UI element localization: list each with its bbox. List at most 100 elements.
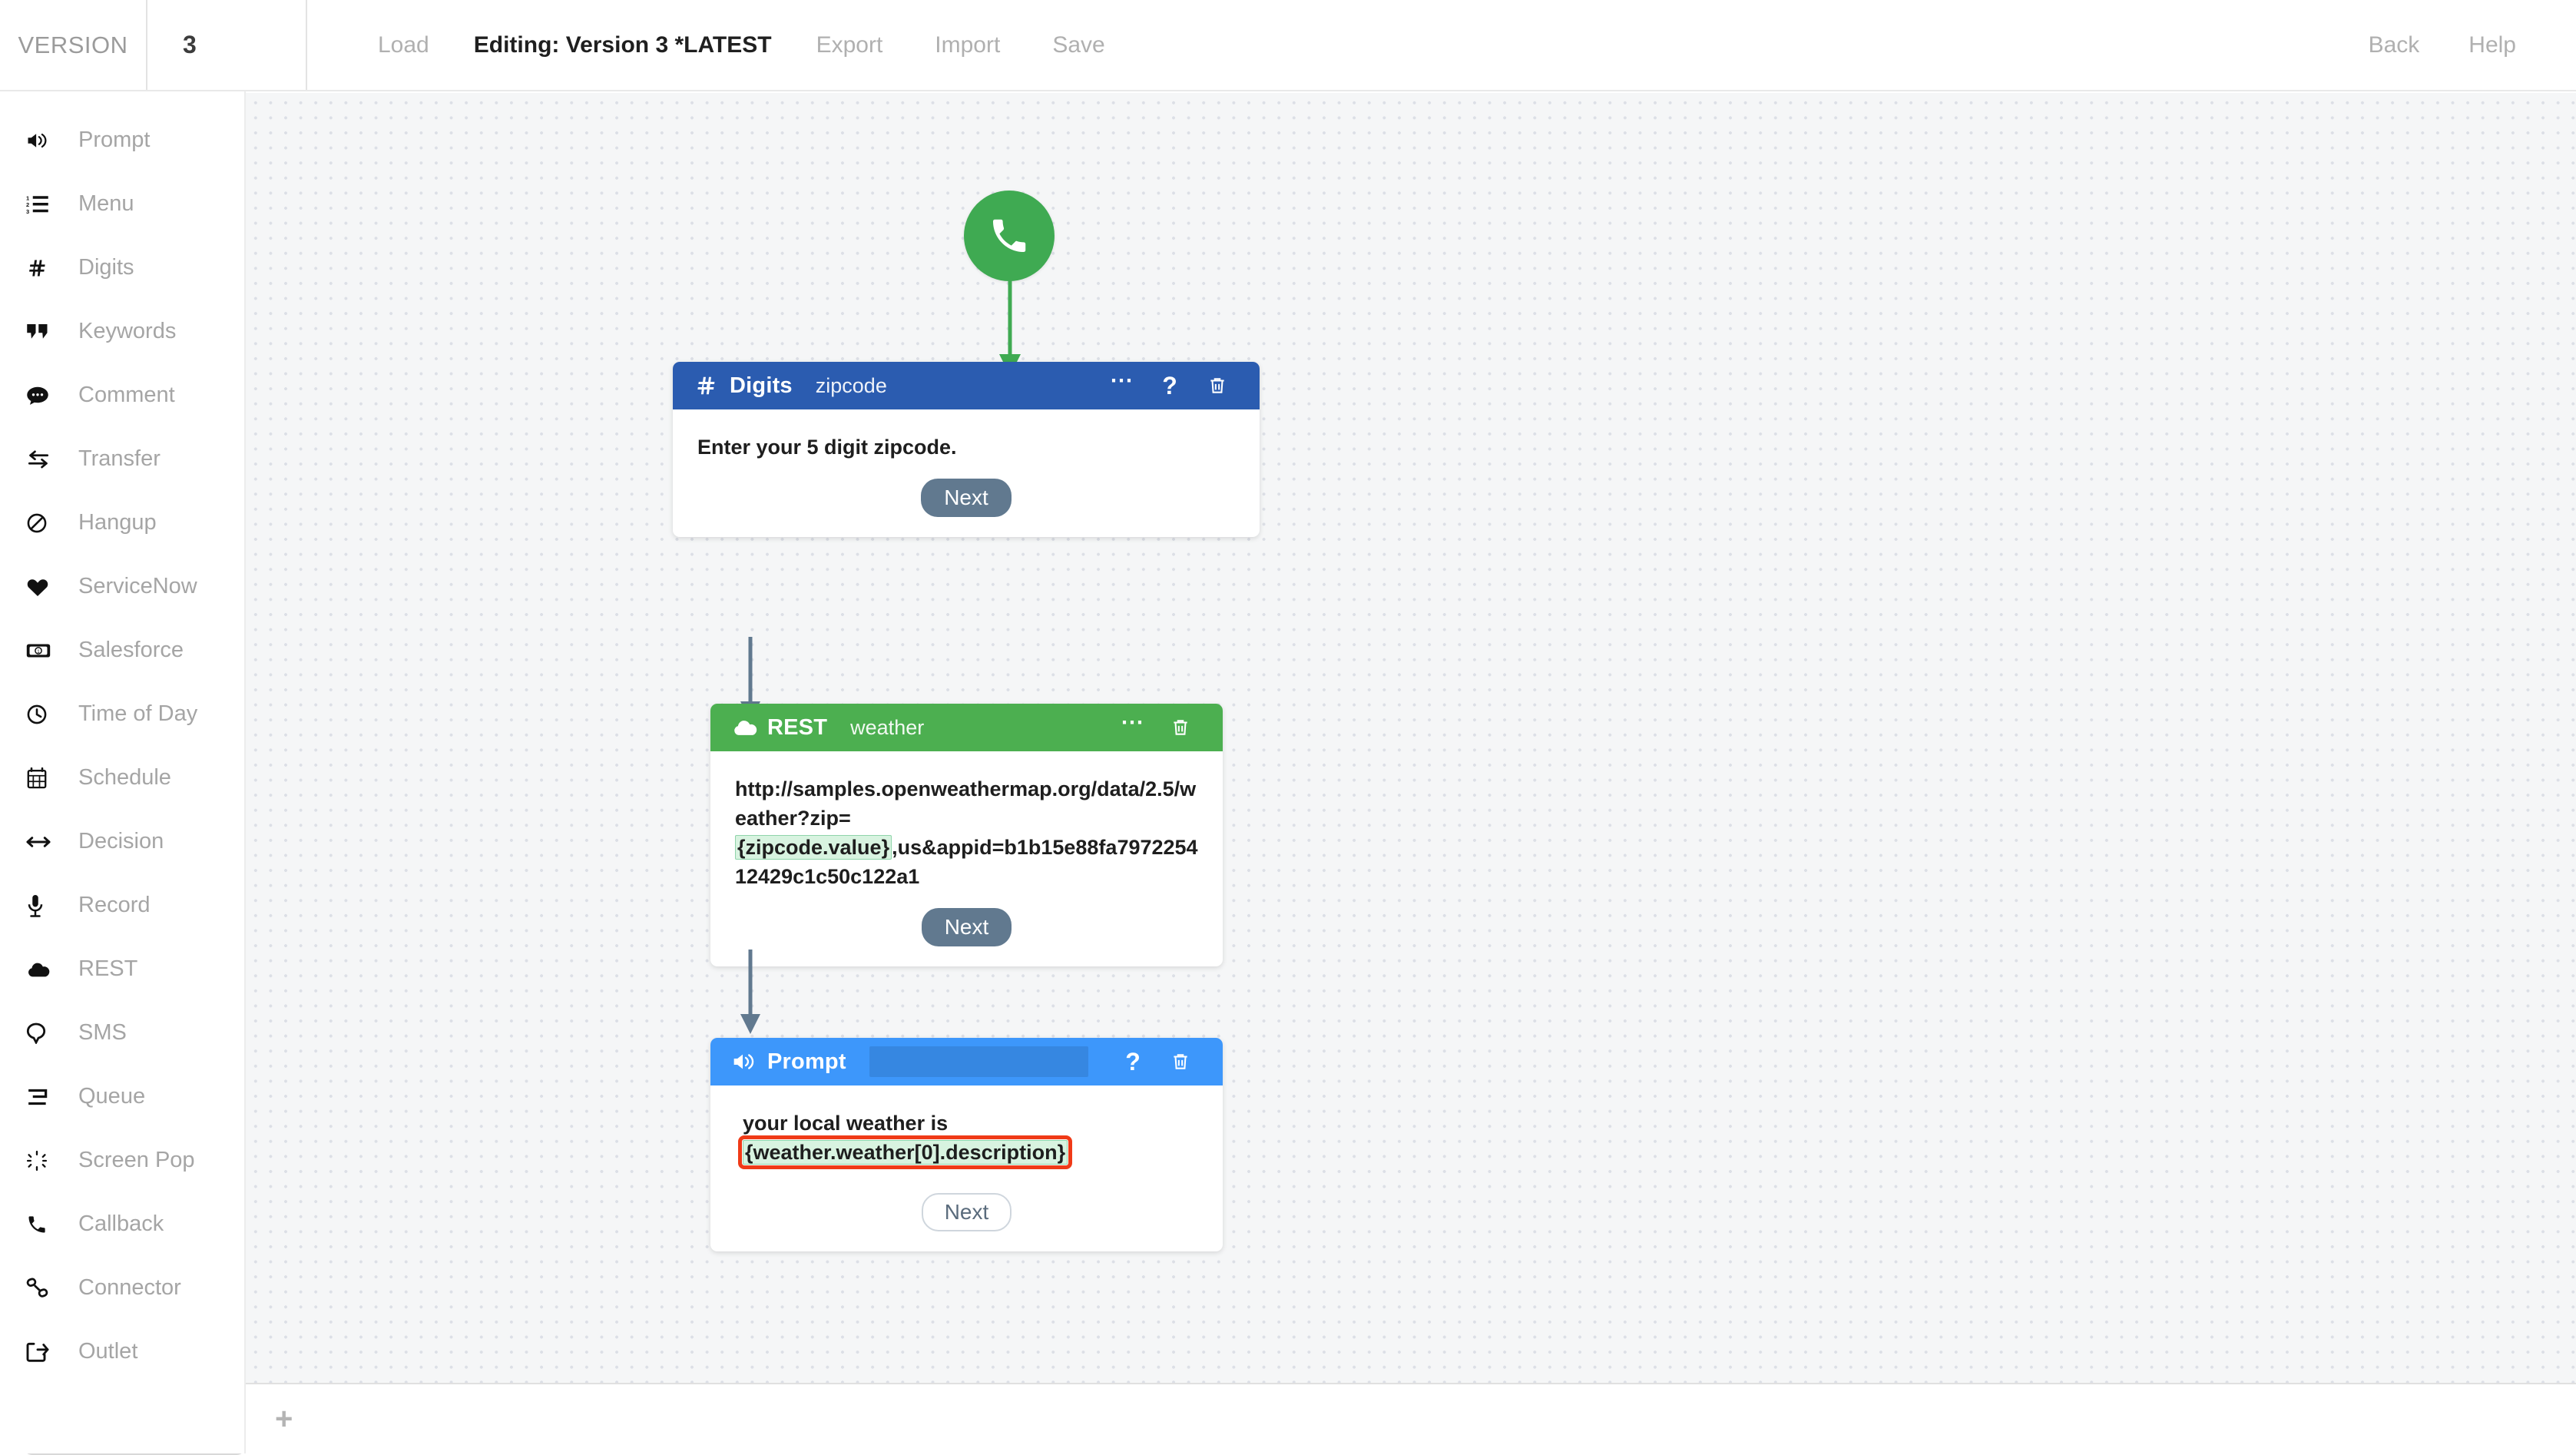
node-rest-next-button[interactable]: Next xyxy=(921,908,1012,946)
svg-text:1: 1 xyxy=(26,194,29,201)
more-options-icon[interactable]: ⋯ xyxy=(1098,362,1146,409)
top-bar: VERSION 3 Load Editing: Version 3 *LATES… xyxy=(0,0,2576,91)
sidebar-item-menu[interactable]: 1 2 3 Menu xyxy=(0,172,244,236)
node-digits-text[interactable]: Enter your 5 digit zipcode. xyxy=(697,433,1235,462)
sidebar-item-servicenow[interactable]: ServiceNow xyxy=(0,555,244,618)
cloud-icon xyxy=(26,954,61,985)
node-prompt-header: Prompt ? xyxy=(710,1038,1223,1085)
delete-icon[interactable] xyxy=(1157,704,1204,751)
sidebar-item-label: Connector xyxy=(78,1275,181,1300)
delete-icon[interactable] xyxy=(1157,1038,1204,1085)
sidebar-item-connector[interactable]: Connector xyxy=(0,1256,244,1320)
sidebar-item-keywords[interactable]: Keywords xyxy=(0,300,244,363)
back-button[interactable]: Back xyxy=(2344,0,2445,91)
node-rest-header: REST weather ⋯ xyxy=(710,704,1223,751)
sidebar-item-label: REST xyxy=(78,956,138,981)
help-icon[interactable]: ? xyxy=(1109,1038,1157,1085)
help-icon[interactable]: ? xyxy=(1146,362,1194,409)
export-button[interactable]: Export xyxy=(790,0,909,91)
svg-text:1: 1 xyxy=(37,648,40,654)
speaker-icon xyxy=(26,125,61,156)
cloud-icon xyxy=(732,718,761,737)
sidebar-item-decision[interactable]: Decision xyxy=(0,810,244,873)
node-prompt-variable[interactable]: {weather.weather[0].description} xyxy=(737,1135,1073,1169)
node-digits-tools: ⋯ ? xyxy=(1098,362,1241,409)
phone-handset-icon xyxy=(26,1209,61,1240)
node-digits-header: Digits zipcode ⋯ ? xyxy=(673,362,1260,409)
node-digits-next-wrap: Next xyxy=(673,462,1260,537)
sidebar-item-rest[interactable]: REST xyxy=(0,937,244,1001)
node-prompt[interactable]: Prompt ? your local weather is {weather.… xyxy=(710,1038,1223,1251)
start-call-node[interactable] xyxy=(964,191,1055,281)
sidebar-item-label: Menu xyxy=(78,191,134,216)
add-page-button[interactable]: + xyxy=(275,1401,293,1437)
speaker-icon xyxy=(732,1051,761,1072)
node-rest-body: http://samples.openweathermap.org/data/2… xyxy=(710,751,1223,891)
sidebar-item-label: Decision xyxy=(78,829,164,853)
node-rest-name[interactable]: weather xyxy=(850,716,924,740)
spinner-burst-icon xyxy=(26,1145,61,1176)
node-digits-body: Enter your 5 digit zipcode. xyxy=(673,409,1260,462)
connector-rest-to-prompt xyxy=(740,950,760,1034)
sidebar-item-salesforce[interactable]: 1 Salesforce xyxy=(0,618,244,682)
hash-icon xyxy=(26,253,61,283)
speech-balloon-icon xyxy=(26,1018,61,1049)
sidebar-item-label: Schedule xyxy=(78,765,171,790)
sidebar-item-prompt[interactable]: Prompt xyxy=(0,108,244,172)
sidebar-item-label: Keywords xyxy=(78,319,177,343)
load-button[interactable]: Load xyxy=(352,0,455,91)
more-options-icon[interactable]: ⋯ xyxy=(1109,704,1157,751)
heart-icon xyxy=(26,572,61,602)
sidebar-item-label: Outlet xyxy=(78,1339,138,1364)
sidebar-item-outlet[interactable]: Outlet xyxy=(0,1320,244,1384)
node-rest[interactable]: REST weather ⋯ http://samples.openweathe… xyxy=(710,704,1223,966)
no-entry-icon xyxy=(26,508,61,539)
topbar-right-actions: Back Help xyxy=(2344,0,2576,90)
node-prompt-text-line1: your local weather is xyxy=(743,1112,949,1135)
delete-icon[interactable] xyxy=(1194,362,1241,409)
node-prompt-name-input[interactable] xyxy=(869,1046,1088,1077)
node-digits-next-button[interactable]: Next xyxy=(921,479,1012,517)
node-prompt-text[interactable]: your local weather is {weather.weather[0… xyxy=(737,1109,1198,1169)
node-digits-name[interactable]: zipcode xyxy=(816,374,887,398)
sidebar-item-digits[interactable]: Digits xyxy=(0,236,244,300)
node-rest-variable[interactable]: {zipcode.value} xyxy=(735,835,892,860)
sidebar-item-label: Queue xyxy=(78,1084,146,1109)
quotes-icon xyxy=(26,317,61,347)
sidebar-item-sms[interactable]: SMS xyxy=(0,1001,244,1065)
sidebar-item-transfer[interactable]: Transfer xyxy=(0,427,244,491)
sidebar-item-hangup[interactable]: Hangup xyxy=(0,491,244,555)
help-button[interactable]: Help xyxy=(2444,0,2541,91)
sidebar-item-comment[interactable]: Comment xyxy=(0,363,244,427)
import-button[interactable]: Import xyxy=(909,0,1026,91)
topbar-actions: Load Editing: Version 3 *LATEST Export I… xyxy=(307,0,1131,90)
sidebar-item-label: Digits xyxy=(78,255,134,280)
sidebar-item-label: Record xyxy=(78,893,151,917)
node-prompt-body: your local weather is {weather.weather[0… xyxy=(710,1085,1223,1169)
sidebar-item-record[interactable]: Record xyxy=(0,873,244,937)
numbered-list-icon: 123 xyxy=(26,189,61,220)
sidebar-item-label: Hangup xyxy=(78,510,157,535)
sidebar-item-queue[interactable]: Queue xyxy=(0,1065,244,1129)
calendar-icon xyxy=(26,763,61,794)
phone-handset-icon xyxy=(993,219,1026,252)
version-selector[interactable]: 3 xyxy=(146,0,307,90)
transfer-arrows-icon xyxy=(26,444,61,475)
node-rest-url[interactable]: http://samples.openweathermap.org/data/2… xyxy=(735,774,1198,891)
clock-icon xyxy=(26,699,61,730)
node-rest-next-wrap: Next xyxy=(710,891,1223,966)
sidebar-item-time-of-day[interactable]: Time of Day xyxy=(0,682,244,746)
node-digits-type: Digits xyxy=(730,373,793,398)
version-label: VERSION xyxy=(18,31,128,58)
flow-canvas[interactable]: Digits zipcode ⋯ ? Enter your 5 digit zi… xyxy=(246,93,2576,1383)
save-button[interactable]: Save xyxy=(1026,0,1131,91)
node-prompt-next-button[interactable]: Next xyxy=(921,1193,1012,1231)
comment-bubble-icon xyxy=(26,380,61,411)
sidebar-item-schedule[interactable]: Schedule xyxy=(0,746,244,810)
sidebar-item-label: Prompt xyxy=(78,128,151,152)
sidebar-item-screen-pop[interactable]: Screen Pop xyxy=(0,1129,244,1192)
node-prompt-type: Prompt xyxy=(767,1049,846,1074)
sidebar-item-callback[interactable]: Callback xyxy=(0,1192,244,1256)
node-digits[interactable]: Digits zipcode ⋯ ? Enter your 5 digit zi… xyxy=(673,362,1260,537)
sidebar-item-label: Comment xyxy=(78,383,175,407)
